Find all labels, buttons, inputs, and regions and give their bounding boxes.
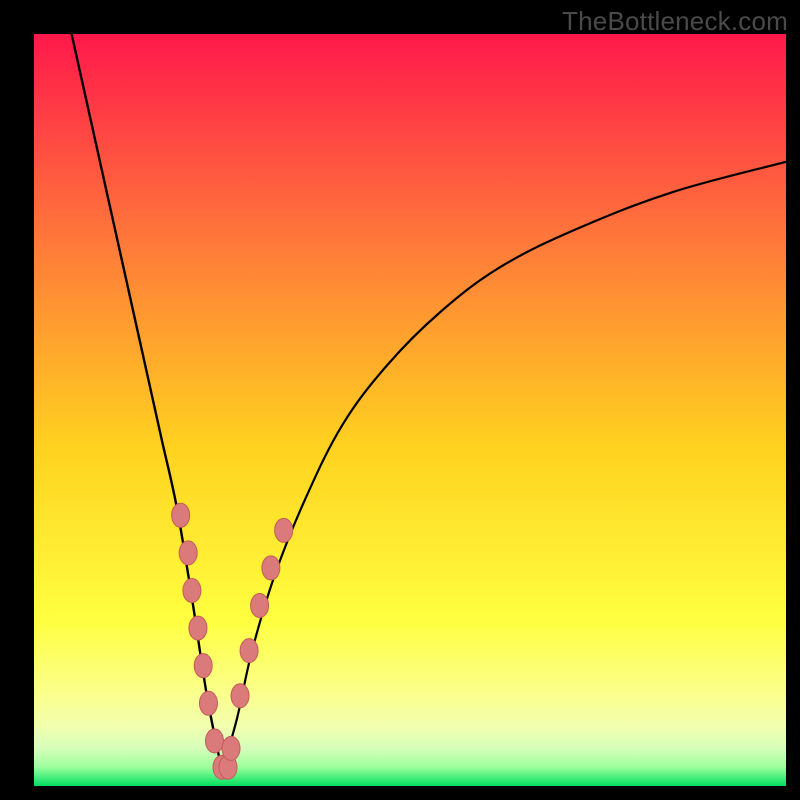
data-dot: [262, 556, 280, 580]
data-dot: [231, 684, 249, 708]
watermark-text: TheBottleneck.com: [562, 6, 788, 37]
data-dot: [251, 594, 269, 618]
data-dot: [222, 736, 240, 760]
plot-area: [34, 34, 786, 786]
data-dot: [275, 518, 293, 542]
gradient-background: [34, 34, 786, 786]
data-dot: [205, 729, 223, 753]
data-dot: [172, 503, 190, 527]
chart-svg: [34, 34, 786, 786]
data-dot: [189, 616, 207, 640]
data-dot: [194, 654, 212, 678]
data-dot: [199, 691, 217, 715]
data-dot: [240, 639, 258, 663]
data-dot: [179, 541, 197, 565]
chart-frame: TheBottleneck.com: [0, 0, 800, 800]
data-dot: [183, 578, 201, 602]
